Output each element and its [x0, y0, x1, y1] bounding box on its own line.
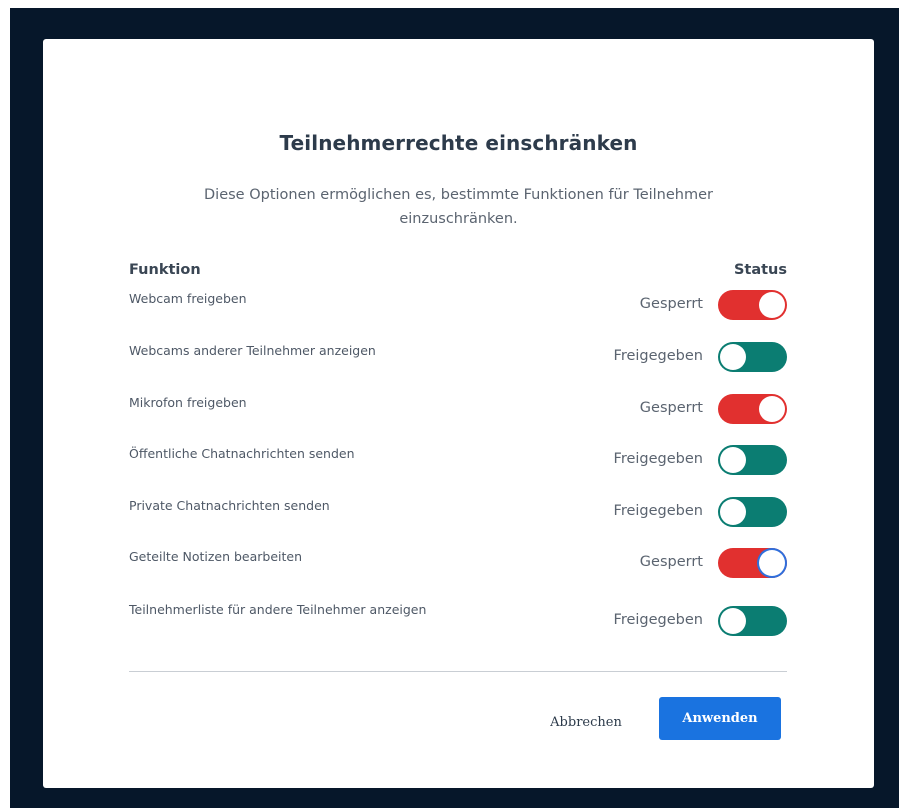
- dialog-description: Diese Optionen ermöglichen es, bestimmte…: [204, 187, 713, 227]
- status-text: Freigegeben: [613, 348, 703, 364]
- setting-row-see-other-webcams: Webcams anderer Teilnehmer anzeigen Frei…: [129, 342, 787, 372]
- dialog-title: Teilnehmerrechte einschränken: [279, 131, 638, 155]
- toggle-knob: [720, 344, 746, 370]
- column-header-status: Status: [733, 262, 787, 278]
- setting-label: Öffentliche Chatnachrichten senden: [129, 446, 355, 461]
- setting-row-public-chat: Öffentliche Chatnachrichten senden Freig…: [129, 445, 787, 475]
- toggle-knob: [720, 608, 746, 634]
- setting-label: Geteilte Notizen bearbeiten: [129, 549, 303, 564]
- status-text: Gesperrt: [639, 400, 703, 416]
- lock-toggle-microphone-share[interactable]: [718, 394, 787, 424]
- toggle-knob: [720, 447, 746, 473]
- setting-row-webcam-share: Webcam freigeben Gesperrt: [129, 290, 787, 320]
- setting-row-shared-notes: Geteilte Notizen bearbeiten Gesperrt: [129, 548, 787, 578]
- lock-toggle-user-list[interactable]: [718, 606, 787, 636]
- lock-toggle-see-other-webcams[interactable]: [718, 342, 787, 372]
- toggle-knob: [720, 499, 746, 525]
- footer-divider: [129, 671, 787, 672]
- setting-label: Private Chatnachrichten senden: [129, 498, 330, 513]
- toggle-knob: [759, 396, 785, 422]
- cancel-button[interactable]: Abbrechen: [540, 707, 632, 737]
- toggle-knob: [759, 292, 785, 318]
- setting-row-user-list: Teilnehmerliste für andere Teilnehmer an…: [129, 599, 787, 643]
- status-text: Gesperrt: [639, 554, 703, 570]
- column-header-function: Funktion: [129, 262, 201, 278]
- lock-settings-dialog: Teilnehmerrechte einschränken Diese Opti…: [43, 39, 874, 788]
- status-text: Freigegeben: [613, 451, 703, 467]
- lock-toggle-webcam-share[interactable]: [718, 290, 787, 320]
- apply-button[interactable]: Anwenden: [659, 697, 781, 740]
- status-text: Freigegeben: [613, 503, 703, 519]
- setting-row-private-chat: Private Chatnachrichten senden Freigegeb…: [129, 497, 787, 527]
- setting-label: Teilnehmerliste für andere Teilnehmer an…: [129, 602, 427, 617]
- setting-label: Webcam freigeben: [129, 291, 247, 306]
- setting-row-microphone-share: Mikrofon freigeben Gesperrt: [129, 394, 787, 424]
- status-text: Freigegeben: [613, 612, 703, 628]
- setting-label: Webcams anderer Teilnehmer anzeigen: [129, 343, 376, 358]
- lock-toggle-public-chat[interactable]: [718, 445, 787, 475]
- setting-label: Mikrofon freigeben: [129, 395, 247, 410]
- lock-toggle-shared-notes[interactable]: [718, 548, 787, 578]
- lock-toggle-private-chat[interactable]: [718, 497, 787, 527]
- status-text: Gesperrt: [639, 296, 703, 312]
- toggle-knob: [759, 550, 785, 576]
